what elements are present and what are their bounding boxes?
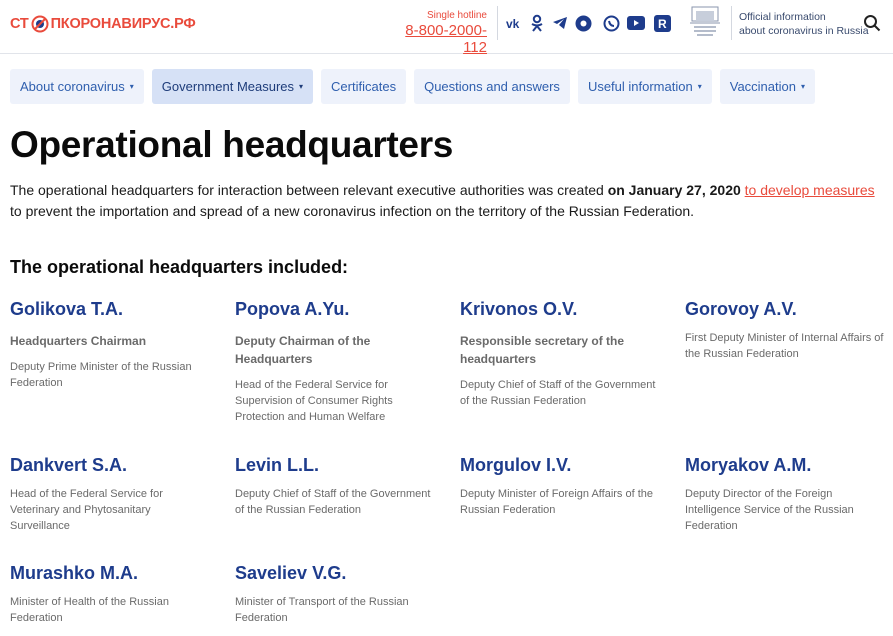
tab-questions-and-answers[interactable]: Questions and answers — [414, 69, 570, 104]
member-card: Saveliev V.G. Minister of Transport of t… — [235, 563, 435, 626]
member-role: Deputy Chairman of the Headquarters — [235, 334, 371, 366]
member-position: Deputy Director of the Foreign Intellige… — [685, 488, 854, 532]
member-card: Murashko M.A. Minister of Health of the … — [10, 563, 210, 626]
telegram-icon[interactable] — [551, 14, 569, 32]
svg-text:vk: vk — [506, 17, 520, 29]
member-card: Golikova T.A. Headquarters Chairman Depu… — [10, 299, 210, 391]
member-position: First Deputy Minister of Internal Affair… — [685, 332, 884, 360]
member-card: Levin L.L. Deputy Chief of Staff of the … — [235, 455, 435, 518]
member-card: Krivonos O.V. Responsible secretary of t… — [460, 299, 660, 409]
tab-certificates[interactable]: Certificates — [321, 69, 407, 104]
hotline-caption: Single hotline — [426, 10, 487, 21]
hotline: Single hotline 8-800-2000-112 — [383, 10, 487, 56]
logo-text-end: ПКОРОНАВИРУС.РФ — [50, 16, 196, 32]
tab-label: About coronavirus — [20, 79, 125, 94]
member-name[interactable]: Popova A.Yu. — [235, 299, 435, 320]
official-info-line1: Official information — [739, 11, 826, 23]
main-nav: About coronavirus ▾ Government Measures … — [10, 69, 823, 104]
chevron-down-icon: ▾ — [299, 82, 304, 91]
ok-dot-icon[interactable] — [574, 14, 592, 32]
official-info[interactable]: Official information about coronavirus i… — [739, 10, 869, 38]
hotline-number-link[interactable]: 8-800-2000-112 — [383, 22, 487, 56]
tab-label: Questions and answers — [424, 79, 560, 94]
rutube-icon[interactable]: R — [653, 14, 671, 32]
member-name[interactable]: Saveliev V.G. — [235, 563, 435, 584]
member-card: Popova A.Yu. Deputy Chairman of the Head… — [235, 299, 435, 425]
member-position: Head of the Federal Service for Veterina… — [10, 488, 163, 532]
tab-about-coronavirus[interactable]: About coronavirus ▾ — [10, 69, 144, 104]
search-icon[interactable] — [863, 14, 881, 32]
member-name[interactable]: Dankvert S.A. — [10, 455, 210, 476]
member-card: Dankvert S.A. Head of the Federal Servic… — [10, 455, 210, 534]
member-position: Minister of Transport of the Russian Fed… — [235, 596, 409, 624]
site-header: СТ ПКОРОНАВИРУС.РФ Single hotline 8-800-… — [0, 0, 893, 56]
logo-text-start: СТ — [10, 16, 29, 32]
member-card: Gorovoy A.V. First Deputy Minister of In… — [685, 299, 885, 362]
site-logo[interactable]: СТ ПКОРОНАВИРУС.РФ — [10, 12, 196, 36]
member-name[interactable]: Morgulov I.V. — [460, 455, 660, 476]
member-card: Moryakov A.M. Deputy Director of the For… — [685, 455, 885, 534]
member-name[interactable]: Murashko M.A. — [10, 563, 210, 584]
header-divider — [497, 6, 498, 40]
member-name[interactable]: Levin L.L. — [235, 455, 435, 476]
member-position: Minister of Health of the Russian Federa… — [10, 596, 169, 624]
member-name[interactable]: Moryakov A.M. — [685, 455, 885, 476]
tab-label: Certificates — [331, 79, 397, 94]
member-card: Morgulov I.V. Deputy Minister of Foreign… — [460, 455, 660, 518]
intro-date: on January 27, 2020 — [607, 182, 741, 198]
youtube-icon[interactable] — [627, 14, 645, 32]
tab-label: Government Measures — [161, 79, 295, 94]
header-divider — [731, 6, 732, 40]
tab-label: Useful information — [587, 79, 693, 94]
virus-icon — [31, 15, 49, 33]
page-title: Operational headquarters — [10, 124, 454, 165]
member-position: Deputy Chief of Staff of the Government … — [235, 488, 431, 516]
member-position: Deputy Prime Minister of the Russian Fed… — [10, 361, 192, 389]
member-name[interactable]: Krivonos O.V. — [460, 299, 660, 320]
member-role: Headquarters Chairman — [10, 334, 147, 348]
odnoklassniki-icon[interactable] — [528, 14, 546, 32]
chevron-down-icon: ▾ — [129, 82, 134, 91]
member-name[interactable]: Golikova T.A. — [10, 299, 210, 320]
member-position: Deputy Minister of Foreign Affairs of th… — [460, 488, 653, 516]
member-position: Deputy Chief of Staff of the Government … — [460, 379, 656, 407]
viber-icon[interactable] — [602, 14, 620, 32]
members-heading: The operational headquarters included: — [10, 257, 349, 277]
tab-useful-information[interactable]: Useful information ▾ — [577, 69, 712, 104]
svg-text:R: R — [658, 17, 667, 31]
vk-icon[interactable]: vk — [505, 14, 523, 32]
tab-label: Vaccination — [729, 79, 796, 94]
official-info-line2: about coronavirus in Russia — [739, 25, 869, 37]
government-emblem-icon[interactable] — [686, 4, 724, 40]
intro-text-start: The operational headquarters for interac… — [10, 182, 608, 198]
intro-paragraph: The operational headquarters for interac… — [10, 180, 880, 222]
develop-measures-link[interactable]: to develop measures — [745, 182, 875, 198]
tab-vaccination[interactable]: Vaccination ▾ — [719, 69, 815, 104]
member-name[interactable]: Gorovoy A.V. — [685, 299, 885, 320]
chevron-down-icon: ▾ — [800, 82, 805, 91]
member-role: Responsible secretary of the headquarter… — [460, 334, 625, 366]
tab-government-measures[interactable]: Government Measures ▾ — [151, 69, 314, 104]
member-position: Head of the Federal Service for Supervis… — [235, 379, 393, 423]
intro-text-end: to prevent the importation and spread of… — [10, 203, 695, 219]
chevron-down-icon: ▾ — [697, 82, 702, 91]
